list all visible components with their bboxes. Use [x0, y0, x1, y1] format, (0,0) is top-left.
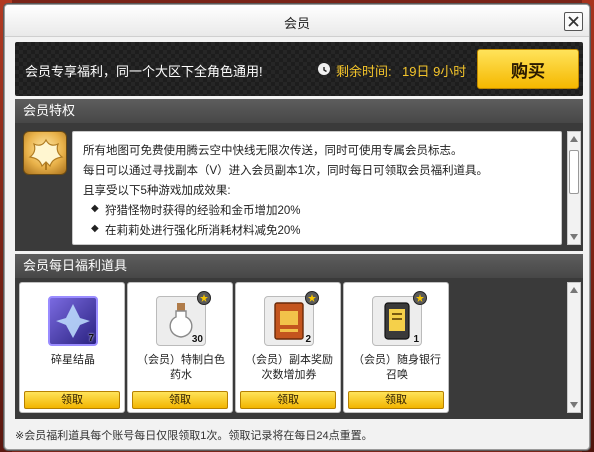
banner-text: 会员专享福利，同一个大区下全角色通用! — [25, 64, 263, 79]
member-star-icon — [413, 291, 427, 305]
scroll-down-icon[interactable] — [568, 230, 580, 244]
footer-note: ※会员福利道具每个账号每日仅限领取1次。领取记录将在每日24点重置。 — [15, 430, 373, 442]
item-count: 30 — [191, 334, 203, 345]
item-name: （会员）副本奖励次数增加券 — [245, 354, 333, 381]
item-card: 1 （会员）随身银行召唤 领取 — [343, 282, 449, 413]
membership-window: 会员 会员专享福利，同一个大区下全角色通用! 剩余时间: 19日 9小时 购买 … — [4, 4, 590, 450]
privilege-line: 所有地图可免费使用腾云空中快线无限次传送，同时可使用专属会员标志。 — [83, 145, 463, 157]
item-count: 1 — [413, 334, 419, 345]
close-button[interactable] — [564, 12, 583, 31]
item-card: 7 碎星结晶 领取 — [19, 282, 125, 413]
bullet-icon: ◆ — [91, 223, 99, 234]
privileges-scrollbar[interactable] — [567, 131, 581, 245]
bullet-icon: ◆ — [91, 203, 99, 214]
items-scrollbar[interactable] — [567, 282, 581, 413]
bonus-line: 狩猎怪物时获得的经验和金币增加20% — [105, 205, 301, 217]
white-potion-icon[interactable]: 30 — [156, 291, 211, 346]
member-star-icon — [305, 291, 319, 305]
item-name: 碎星结晶 — [51, 354, 95, 366]
remaining-time-label: 剩余时间: — [336, 64, 392, 79]
scroll-down-icon[interactable] — [568, 398, 580, 412]
ticket-icon[interactable]: 2 — [264, 291, 319, 346]
item-count: 7 — [88, 333, 94, 344]
claim-button[interactable]: 领取 — [240, 391, 336, 409]
daily-items-header: 会员每日福利道具 — [15, 254, 583, 278]
claim-button[interactable]: 领取 — [132, 391, 228, 409]
scroll-up-icon[interactable] — [568, 283, 580, 297]
scroll-thumb[interactable] — [569, 150, 579, 194]
buy-button[interactable]: 购买 — [477, 49, 579, 89]
star-crystal-icon[interactable]: 7 — [48, 296, 98, 346]
item-count: 2 — [305, 334, 311, 345]
remaining-time-value: 19日 9小时 — [402, 64, 467, 79]
scroll-up-icon[interactable] — [568, 132, 580, 146]
item-name: （会员）特制白色药水 — [137, 354, 225, 381]
privileges-text-box: 所有地图可免费使用腾云空中快线无限次传送，同时可使用专属会员标志。 每日可以通过… — [72, 131, 562, 245]
privileges-header: 会员特权 — [15, 99, 583, 123]
claim-button[interactable]: 领取 — [24, 391, 120, 409]
privilege-line: 每日可以通过寻找副本（V）进入会员副本1次，同时每日可领取会员福利道具。 — [83, 165, 489, 177]
daily-items-panel: 7 碎星结晶 领取 30 （会员）特制白色药水 领取 2 （会员）副本奖励次数增… — [15, 278, 583, 419]
item-card: 2 （会员）副本奖励次数增加券 领取 — [235, 282, 341, 413]
window-title: 会员 — [283, 16, 310, 31]
close-icon — [568, 16, 579, 27]
member-star-icon — [197, 291, 211, 305]
privilege-line: 且享受以下5种游戏加成效果: — [83, 185, 231, 197]
claim-button[interactable]: 领取 — [348, 391, 444, 409]
clock-icon — [318, 63, 330, 75]
item-card: 30 （会员）特制白色药水 领取 — [127, 282, 233, 413]
membership-badge-icon — [23, 131, 67, 175]
bank-card-icon[interactable]: 1 — [372, 291, 427, 346]
bonus-line: 在莉莉处进行强化所消耗材料减免20% — [105, 225, 301, 237]
membership-banner: 会员专享福利，同一个大区下全角色通用! 剩余时间: 19日 9小时 购买 — [15, 42, 583, 96]
title-bar: 会员 — [5, 5, 589, 37]
privileges-panel: 所有地图可免费使用腾云空中快线无限次传送，同时可使用专属会员标志。 每日可以通过… — [15, 123, 583, 251]
item-name: （会员）随身银行召唤 — [353, 354, 441, 381]
